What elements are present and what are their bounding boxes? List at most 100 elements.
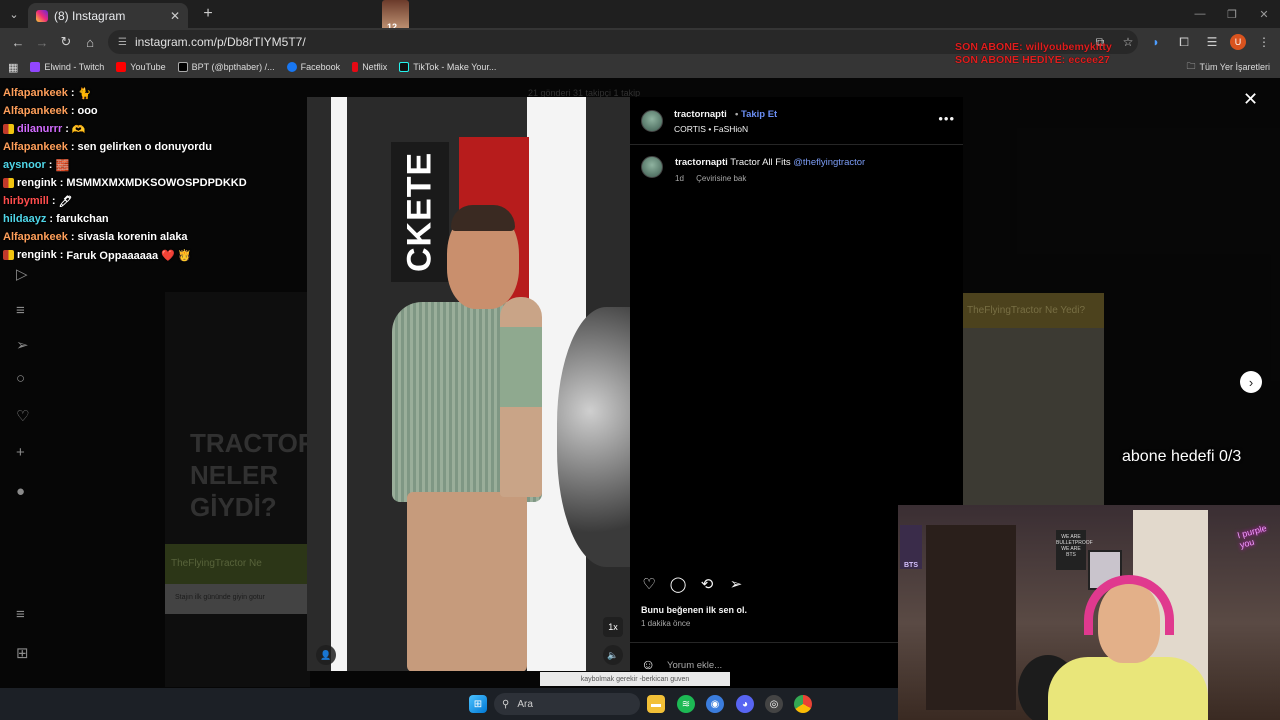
like-icon[interactable]: ♡ — [640, 575, 658, 593]
repost-icon[interactable]: ⟲ — [698, 575, 716, 593]
post-media[interactable]: CKETE 👤 1x 🔈 — [307, 97, 630, 671]
webcam-overlay: BTS WE ARE BULLETPROOF WE ARE BTS I purp… — [898, 505, 1280, 720]
bookmark-label: TikTok - Make Your... — [413, 62, 497, 72]
mute-icon[interactable]: 🔈 — [603, 645, 623, 665]
spotify-icon[interactable]: ≋ — [677, 695, 695, 713]
chat-message: Alfapankeek : sivasla korenin alaka — [3, 228, 323, 246]
obs-icon[interactable]: ◎ — [765, 695, 783, 713]
follow-button[interactable]: • Takip Et — [735, 109, 777, 120]
window-close-icon[interactable]: ✕ — [1248, 0, 1280, 28]
extension-icon[interactable]: ◗ — [1146, 30, 1166, 54]
tab-close-icon[interactable]: ✕ — [170, 9, 180, 23]
comment-icon[interactable]: ◯ — [669, 575, 687, 593]
translate-link[interactable]: Çevirisine bak — [696, 174, 746, 183]
caption-text: Tractor All Fits — [730, 157, 791, 168]
create-icon[interactable]: + — [16, 444, 25, 461]
file-explorer-icon[interactable]: ▬ — [647, 695, 665, 713]
profile-icon[interactable]: ● — [16, 483, 25, 500]
tiktok-icon — [399, 62, 410, 72]
chat-message: hildaayz : farukchan — [3, 210, 323, 228]
also-from-meta-icon[interactable]: ⊞ — [16, 644, 29, 662]
taskbar-search[interactable]: ⚲ Ara — [494, 693, 640, 715]
chat-username[interactable]: rengink — [17, 177, 57, 189]
new-tab-button[interactable]: + — [194, 5, 222, 23]
chat-separator: : — [70, 87, 75, 99]
discord-icon[interactable]: ◕ — [736, 695, 754, 713]
chat-username[interactable]: hildaayz — [3, 213, 46, 225]
bookmark-label: BPT (@bpthaber) /... — [191, 62, 275, 72]
chat-text: 🫶 — [71, 123, 86, 136]
bookmark-youtube[interactable]: YouTube — [116, 62, 166, 72]
post-options-icon[interactable]: ••• — [938, 111, 955, 126]
x-icon — [177, 62, 188, 72]
profile-avatar[interactable]: U — [1230, 34, 1246, 50]
window-controls: — ❐ ✕ — [1184, 0, 1280, 28]
chat-message: aysnoor : 🧱 — [3, 156, 323, 174]
chat-username[interactable]: Alfapankeek — [3, 105, 68, 117]
next-post-button[interactable]: › — [1240, 371, 1262, 393]
windows-start-icon[interactable]: ⊞ — [469, 695, 487, 713]
more-menu-icon[interactable]: ≡ — [16, 606, 25, 623]
chat-badge-icon — [3, 124, 14, 134]
caption-mention[interactable]: @theflyingtractor — [793, 157, 865, 168]
chrome-icon[interactable] — [794, 695, 812, 713]
chat-text: MSMMXMXMDKSOWOSPDPDKKD — [66, 177, 247, 189]
close-modal-icon[interactable]: ✕ — [1243, 89, 1258, 110]
chat-username[interactable]: hirbymill — [3, 195, 49, 207]
reels-icon[interactable]: ▷ — [16, 265, 28, 283]
bookmark-star-icon[interactable]: ☆ — [1118, 30, 1138, 54]
chat-username[interactable]: dilanurrr — [17, 123, 62, 135]
chat-separator: : — [51, 195, 56, 207]
bookmark-twitch[interactable]: Elwind - Twitch — [30, 62, 104, 72]
bookmark-netflix[interactable]: Netflix — [352, 62, 387, 72]
menu-icon[interactable]: ⋮ — [1254, 30, 1274, 54]
chat-username[interactable]: Alfapankeek — [3, 141, 68, 153]
share-icon[interactable]: ➢ — [727, 575, 745, 593]
tab-instagram[interactable]: (8) Instagram ✕ — [28, 3, 188, 29]
notifications-icon[interactable]: ♡ — [16, 407, 29, 425]
chat-text: sivasla korenin alaka — [77, 231, 188, 243]
instagram-favicon-icon — [36, 10, 48, 22]
browser-app-icon[interactable]: ◉ — [706, 695, 724, 713]
search-icon[interactable]: ○ — [16, 370, 25, 387]
chat-username[interactable]: Alfapankeek — [3, 87, 68, 99]
maximize-icon[interactable]: ❐ — [1216, 0, 1248, 28]
back-icon[interactable]: ← — [6, 30, 30, 54]
bookmark-facebook[interactable]: Facebook — [286, 62, 340, 72]
chat-username[interactable]: aysnoor — [3, 159, 46, 171]
reading-list-icon[interactable]: ☰ — [1202, 30, 1222, 54]
emoji-icon[interactable]: ☺ — [641, 656, 655, 672]
sub-goal: abone hedefi 0/3 — [1122, 448, 1242, 465]
reload-icon[interactable]: ↻ — [54, 30, 78, 54]
explore-icon[interactable]: ≡ — [16, 302, 25, 319]
author-username[interactable]: tractornapti — [674, 109, 727, 120]
caption-username[interactable]: tractornapti — [675, 157, 728, 168]
bookmark-label: Elwind - Twitch — [44, 62, 105, 72]
person-hair — [451, 205, 515, 231]
forward-icon[interactable]: → — [30, 30, 54, 54]
extensions-puzzle-icon[interactable]: ⧠ — [1174, 30, 1194, 54]
chat-message: rengink : MSMMXMXMDKSOWOSPDPDKKD — [3, 174, 323, 192]
caption-avatar[interactable] — [641, 156, 663, 178]
messages-icon[interactable]: ➢ — [16, 336, 29, 354]
all-bookmarks[interactable]: 🗀 Tüm Yer İşaretleri — [1186, 56, 1270, 78]
collage-text: CKETE — [391, 142, 449, 282]
chat-message: Alfapankeek : ooo — [3, 102, 323, 120]
site-info-icon[interactable]: ☰ — [118, 37, 127, 48]
caption-meta: 1d Çevirisine bak — [675, 174, 746, 183]
chat-username[interactable]: rengink — [17, 249, 57, 261]
minimize-icon[interactable]: — — [1184, 0, 1216, 28]
chat-text: 🖊 — [58, 195, 73, 208]
chat-username[interactable]: Alfapankeek — [3, 231, 68, 243]
bookmark-x[interactable]: BPT (@bpthaber) /... — [177, 62, 275, 72]
author-avatar[interactable] — [641, 110, 663, 132]
home-icon[interactable]: ⌂ — [78, 30, 102, 54]
tagged-user-icon[interactable]: 👤 — [316, 645, 336, 665]
audio-track[interactable]: CORTIS • FaSHioN — [674, 124, 748, 134]
person-small — [500, 297, 542, 497]
speed-button[interactable]: 1x — [603, 617, 623, 637]
bookmark-tiktok[interactable]: TikTok - Make Your... — [399, 62, 496, 72]
chat-text: ooo — [77, 105, 98, 117]
tab-search-button[interactable]: ⌄ — [0, 0, 28, 28]
apps-grid-icon[interactable]: ▦ — [8, 61, 18, 74]
